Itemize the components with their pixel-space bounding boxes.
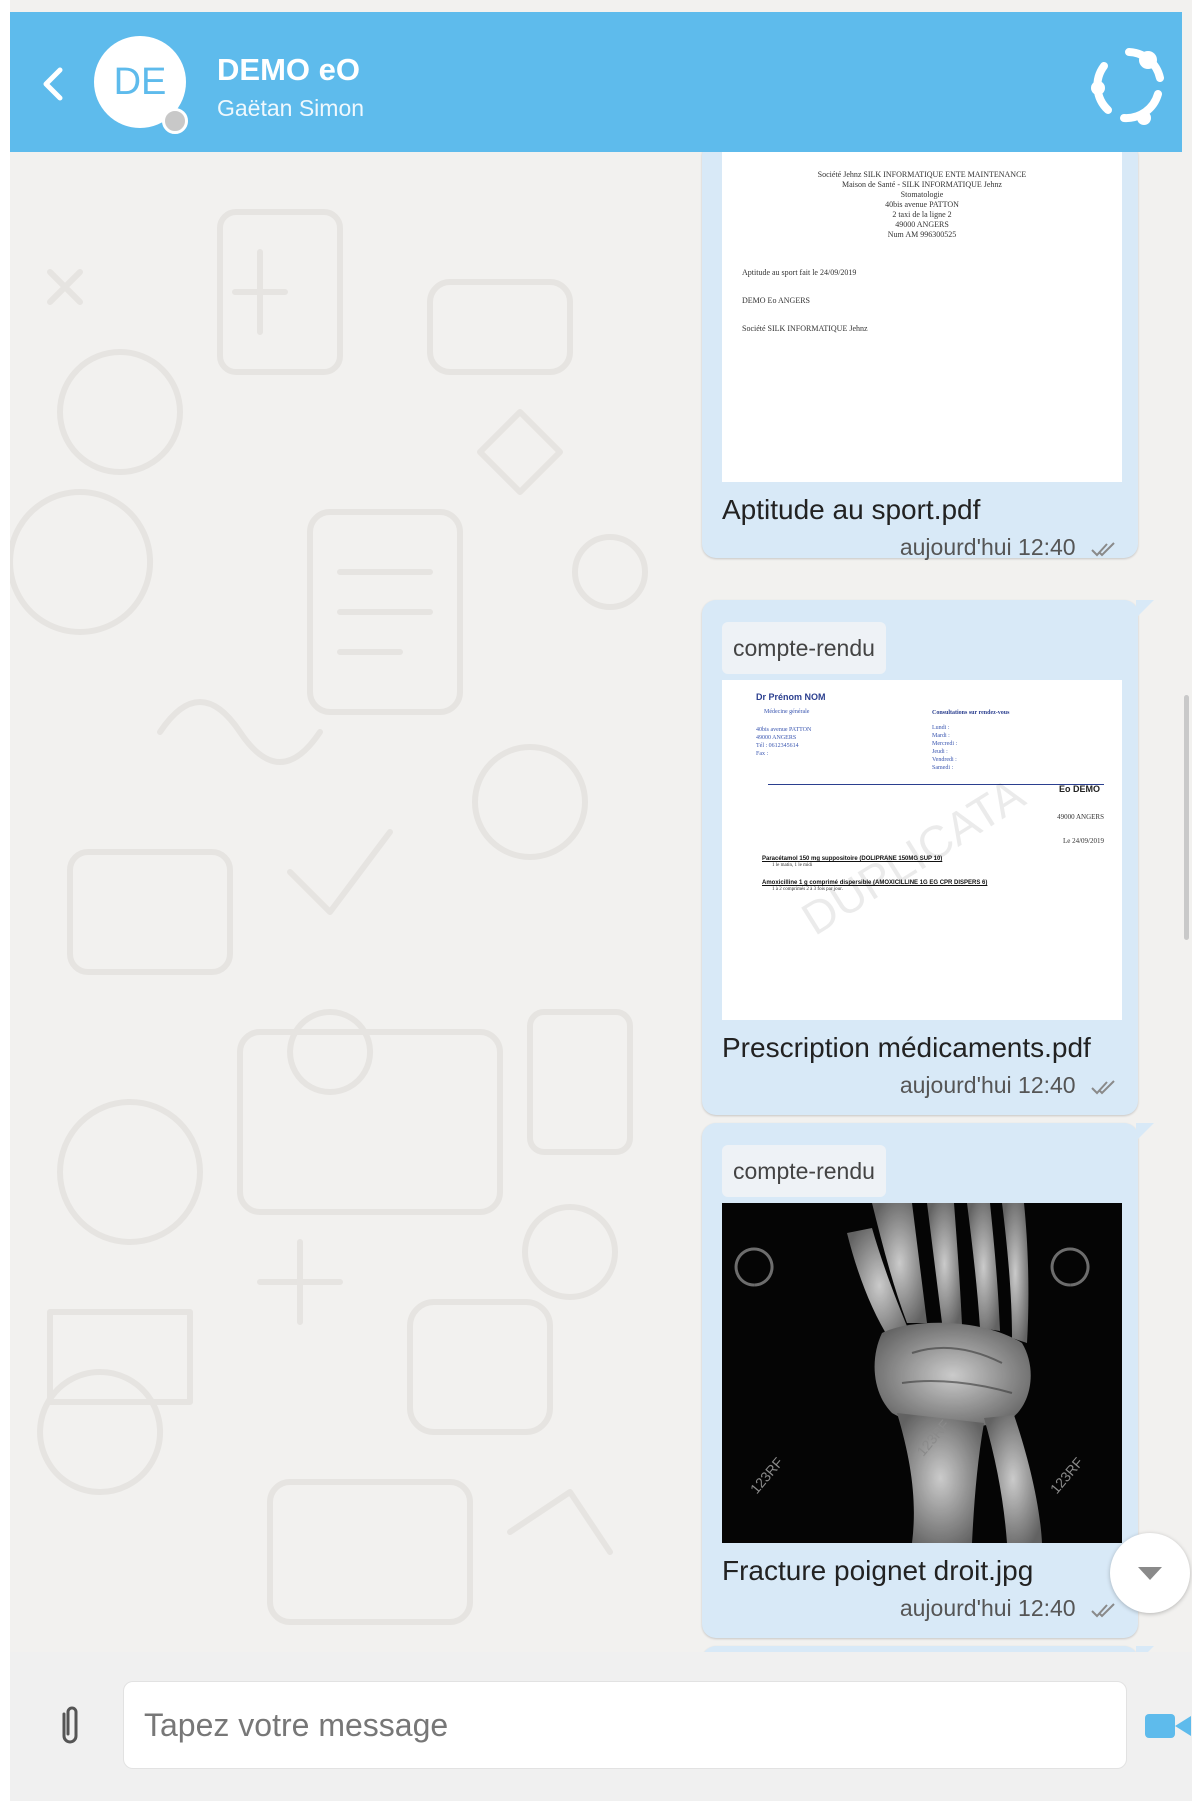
message-time: aujourd'hui 12:40: [899, 534, 1076, 560]
attach-button[interactable]: [48, 1704, 92, 1748]
doc-line: Vendredi :: [932, 757, 957, 763]
doc-line: Aptitude au sport fait le 24/09/2019: [742, 268, 857, 277]
chevron-left-icon: [43, 67, 63, 101]
doc-line: 40bis avenue PATTON: [756, 727, 812, 733]
doc-line: Mardi :: [932, 733, 950, 739]
chevron-down-icon: [1138, 1567, 1162, 1580]
paperclip-icon: [62, 1706, 78, 1744]
contact-name: DEMO eO: [217, 52, 360, 87]
chat-app: DE DEMO eO Gaëtan Simon Société Jehnz SI…: [0, 0, 1192, 1801]
scrollbar[interactable]: [1184, 695, 1189, 940]
contact-subtitle: Gaëtan Simon: [217, 95, 365, 121]
message-composer: [10, 1652, 1192, 1801]
pdf-preview[interactable]: Société Jehnz SILK INFORMATIQUE ENTE MAI…: [722, 152, 1122, 482]
doc-line: Société Jehnz SILK INFORMATIQUE ENTE MAI…: [817, 170, 1027, 179]
doc-line: Lundi :: [932, 725, 950, 731]
doc-divider: [768, 784, 1104, 785]
chat-header: DE DEMO eO Gaëtan Simon: [10, 12, 1182, 152]
message-bubble-aptitude[interactable]: Société Jehnz SILK INFORMATIQUE ENTE MAI…: [702, 152, 1138, 561]
message-time: aujourd'hui 12:40: [899, 1072, 1076, 1098]
video-camera-icon: [1145, 1714, 1191, 1738]
double-check-icon: [1091, 1080, 1115, 1095]
presence-status-dot: [162, 108, 188, 134]
xray-image[interactable]: 123RF 123RF 123RF: [722, 1203, 1122, 1543]
double-check-icon: [1091, 542, 1115, 557]
message-list[interactable]: Société Jehnz SILK INFORMATIQUE ENTE MAI…: [10, 152, 1182, 1652]
message-bubble-prescription[interactable]: compte-rendu Dr Prénom NOM Médecine géné…: [702, 600, 1154, 1115]
doc-doctor: Dr Prénom NOM: [756, 692, 826, 702]
message-meta: aujourd'hui 12:40: [900, 534, 1118, 561]
doc-line: Jeudi :: [932, 749, 948, 755]
message-meta: aujourd'hui 12:40: [900, 1072, 1118, 1099]
file-name[interactable]: Aptitude au sport.pdf: [722, 494, 980, 526]
doc-date: Le 24/09/2019: [1062, 837, 1104, 845]
xray-drawing: 123RF 123RF 123RF: [734, 1203, 1090, 1543]
doc-line: 2 taxi de la ligne 2: [892, 210, 952, 219]
message-tag: compte-rendu: [722, 622, 886, 674]
app-logo-icon: [1091, 48, 1164, 125]
doc-patient: Eo DEMO: [1058, 784, 1100, 794]
message-meta: aujourd'hui 12:40: [900, 1595, 1118, 1622]
doc-line: DEMO Eo ANGERS: [742, 296, 811, 305]
doc-consult-title: Consultations sur rendez-vous: [932, 710, 1010, 716]
doc-line: 40bis avenue PATTON: [885, 200, 959, 209]
doc-line: Société SILK INFORMATIQUE Jehnz: [742, 324, 868, 333]
message-bubble-fracture[interactable]: compte-rendu 123RF 123RF 123RF Fracture …: [702, 1123, 1154, 1638]
app-logo-button[interactable]: [1086, 42, 1172, 128]
doc-city: 49000 ANGERS: [1057, 813, 1104, 821]
doc-specialty: Médecine générale: [764, 709, 810, 715]
image-watermark: 123RF: [1047, 1454, 1086, 1496]
doc-line: Maison de Santé - SILK INFORMATIQUE Jehn…: [842, 180, 1002, 189]
doc-line: 49000 ANGERS: [895, 220, 949, 229]
doc-line: Samedi :: [932, 765, 954, 771]
scroll-to-bottom-button[interactable]: [1110, 1533, 1190, 1613]
file-name[interactable]: Prescription médicaments.pdf: [722, 1032, 1091, 1064]
video-call-button[interactable]: [1145, 1710, 1192, 1742]
message-tag: compte-rendu: [722, 1145, 886, 1197]
window-edge-left: [0, 0, 10, 1801]
doc-rx1-detail: 1 le matin, 1 le midi: [772, 863, 813, 868]
image-watermark: 123RF: [747, 1454, 786, 1496]
message-input[interactable]: [123, 1681, 1127, 1769]
doc-line: Num AM 996300525: [887, 230, 957, 239]
file-name[interactable]: Fracture poignet droit.jpg: [722, 1555, 1033, 1587]
pdf-preview[interactable]: Dr Prénom NOM Médecine générale 40bis av…: [722, 680, 1122, 1020]
back-button[interactable]: [34, 64, 74, 104]
doc-line: Stomatologie: [900, 190, 944, 199]
doc-line: Fax :: [756, 751, 769, 757]
message-time: aujourd'hui 12:40: [899, 1595, 1076, 1621]
doc-line: 49000 ANGERS: [756, 735, 797, 741]
doc-line: Mercredi :: [932, 741, 958, 747]
doc-line: Tél : 0612345614: [756, 743, 799, 749]
